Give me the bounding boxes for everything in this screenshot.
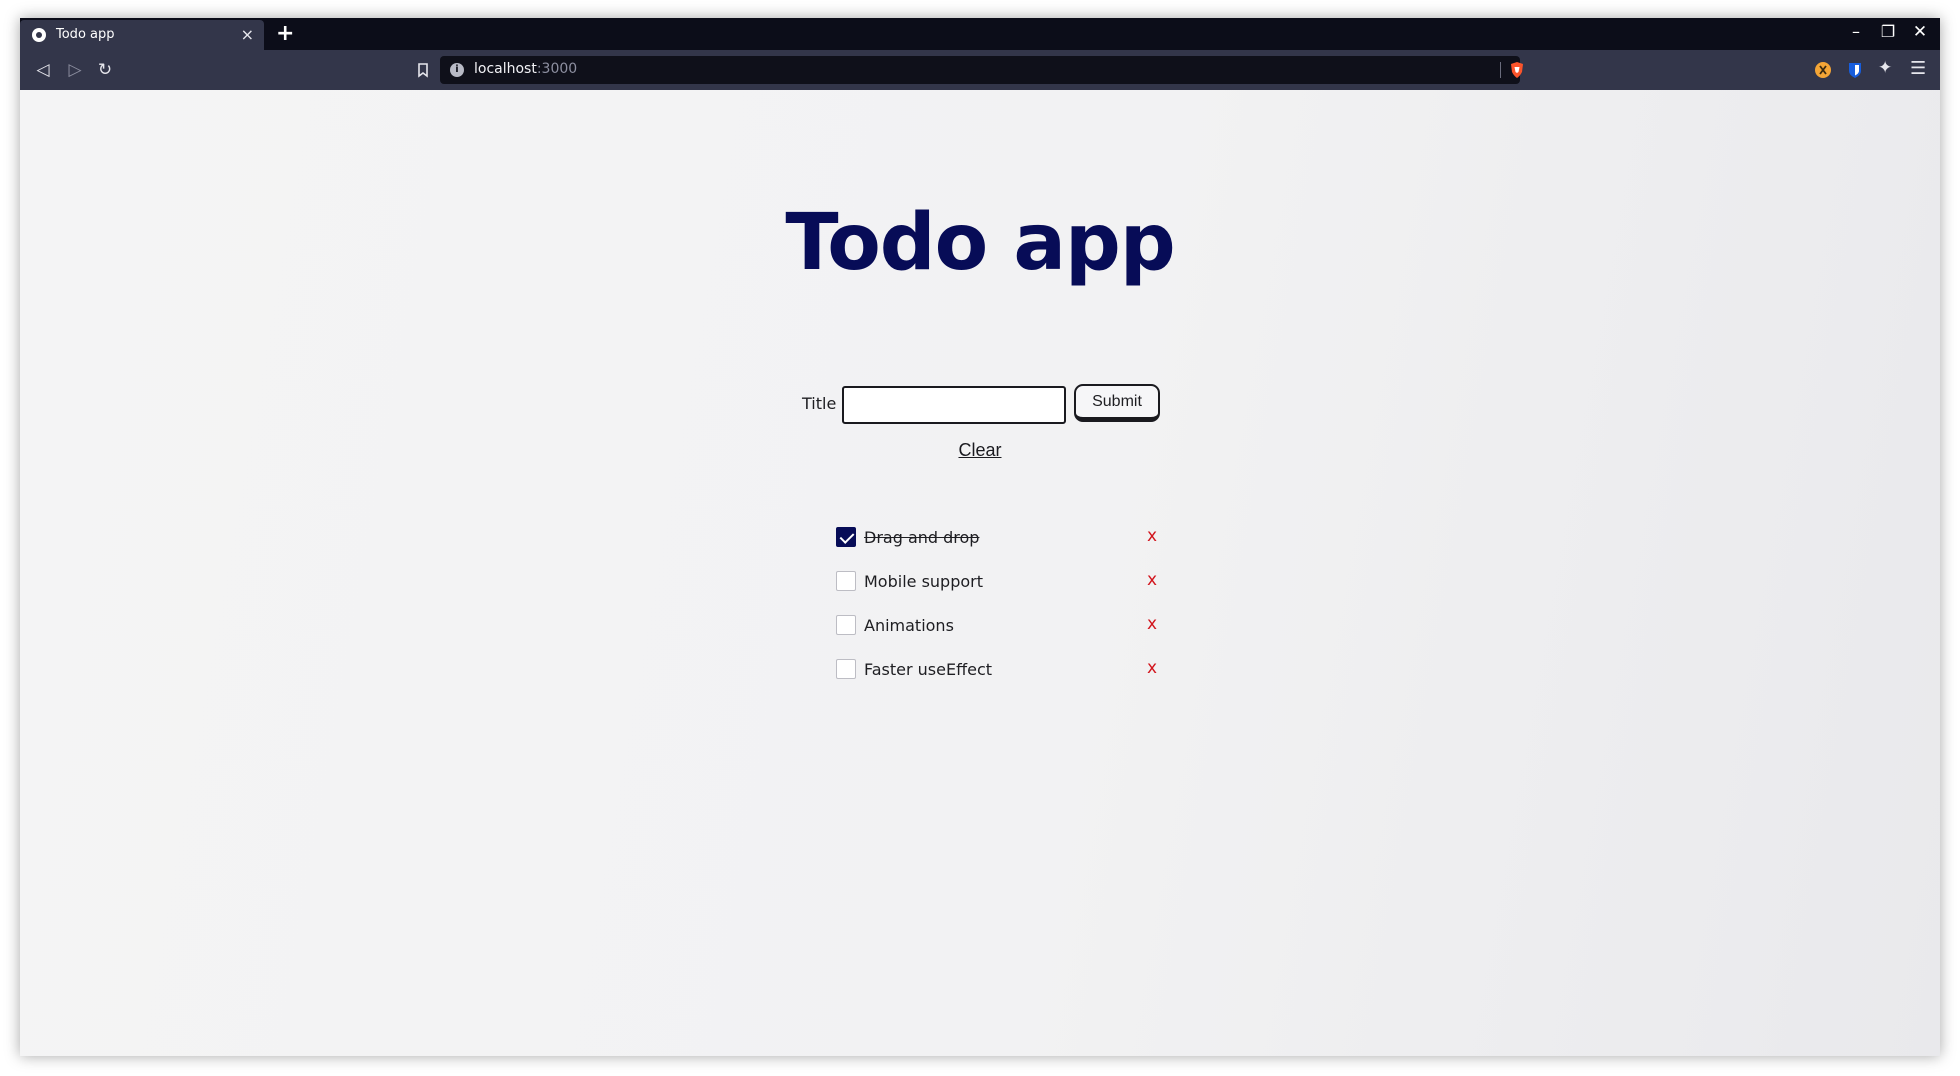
title-label: Title xyxy=(802,394,837,413)
menu-icon[interactable]: ☰ xyxy=(1910,58,1926,79)
todo-item: Faster useEffect x xyxy=(836,658,1176,703)
tab-title: Todo app xyxy=(56,27,115,42)
page-title: Todo app xyxy=(785,198,1175,288)
favicon-icon xyxy=(32,28,46,42)
add-todo-form: Title Submit xyxy=(802,380,1182,424)
title-input[interactable] xyxy=(842,386,1066,424)
browser-toolbar: ◁ ▷ ↻ i localhost:3000 ✦ ☰ xyxy=(20,50,1940,90)
url-text: localhost:3000 xyxy=(474,61,578,77)
todo-item: Mobile support x xyxy=(836,570,1176,615)
delete-todo-button[interactable]: x xyxy=(1147,570,1157,590)
bookmark-icon[interactable] xyxy=(412,59,434,81)
back-icon[interactable]: ◁ xyxy=(32,59,54,81)
address-bar[interactable]: i localhost:3000 xyxy=(440,56,1523,84)
extension-coin-icon[interactable] xyxy=(1814,61,1832,79)
todo-item: Drag and drop x xyxy=(836,526,1176,571)
todo-checkbox[interactable] xyxy=(836,615,856,635)
reload-icon[interactable]: ↻ xyxy=(94,59,116,81)
tab-todo-app[interactable]: Todo app × xyxy=(20,20,264,50)
page-content: Todo app Title Submit Clear Drag and dro… xyxy=(20,90,1940,1056)
todo-title: Drag and drop xyxy=(864,528,980,547)
browser-window: Todo app × + – ❐ ✕ ◁ ▷ ↻ i localhost:300… xyxy=(20,18,1940,1056)
todo-title: Faster useEffect xyxy=(864,660,993,679)
url-separator xyxy=(1500,62,1501,78)
extensions-puzzle-icon[interactable]: ✦ xyxy=(1878,58,1896,78)
delete-todo-button[interactable]: x xyxy=(1147,614,1157,634)
todo-title: Mobile support xyxy=(864,572,983,591)
todo-list: Drag and drop x Mobile support x Animati… xyxy=(836,526,1176,703)
tab-close-icon[interactable]: × xyxy=(241,25,254,44)
bitwarden-icon[interactable] xyxy=(1846,61,1864,79)
submit-button[interactable]: Submit xyxy=(1074,384,1160,422)
tab-strip: Todo app × + – ❐ ✕ xyxy=(20,18,1940,50)
minimize-button[interactable]: – xyxy=(1846,22,1866,41)
todo-item: Animations x xyxy=(836,614,1176,659)
site-info-icon[interactable]: i xyxy=(450,63,464,77)
forward-icon[interactable]: ▷ xyxy=(64,59,86,81)
clear-link[interactable]: Clear xyxy=(20,440,1940,461)
todo-checkbox[interactable] xyxy=(836,659,856,679)
new-tab-button[interactable]: + xyxy=(276,21,294,46)
maximize-button[interactable]: ❐ xyxy=(1878,22,1898,41)
delete-todo-button[interactable]: x xyxy=(1147,658,1157,678)
brave-shield-icon[interactable] xyxy=(1508,61,1526,79)
todo-title: Animations xyxy=(864,616,954,635)
delete-todo-button[interactable]: x xyxy=(1147,526,1157,546)
todo-checkbox[interactable] xyxy=(836,527,856,547)
close-window-button[interactable]: ✕ xyxy=(1910,22,1930,42)
todo-checkbox[interactable] xyxy=(836,571,856,591)
